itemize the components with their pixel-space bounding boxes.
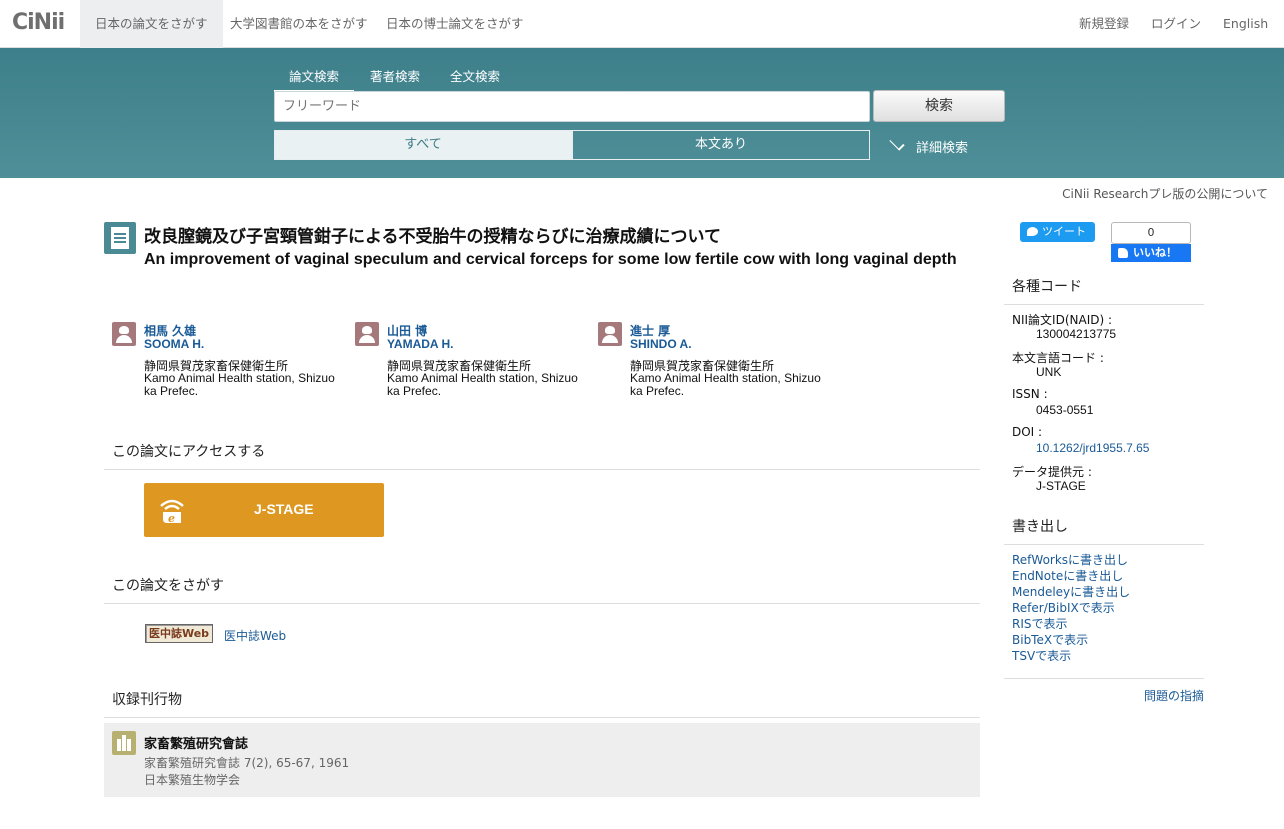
author-avatar-icon (112, 322, 136, 346)
tab-fulltext-search[interactable]: 全文検索 (450, 66, 500, 90)
language-code-value: UNK (1036, 365, 1062, 379)
research-preview-link[interactable]: CiNii Researchプレ版の公開について (1062, 185, 1268, 202)
author-name-en[interactable]: YAMADA H. (387, 337, 453, 351)
register-link[interactable]: 新規登録 (1079, 0, 1129, 48)
report-issue-link[interactable]: 問題の指摘 (1144, 687, 1204, 704)
author-affiliation-en: Kamo Animal Health station, Shizuoka Pre… (387, 371, 578, 398)
sidebar-divider (1004, 678, 1204, 679)
search-button[interactable]: 検索 (873, 90, 1005, 122)
data-provider-label: データ提供元 : (1012, 465, 1092, 479)
tab-article-search[interactable]: 論文検索 (274, 66, 354, 93)
journal-citation: 家畜繁殖研究會誌 7(2), 65-67, 1961 (144, 756, 350, 770)
login-link[interactable]: ログイン (1151, 0, 1201, 48)
filter-all[interactable]: すべて (274, 130, 572, 160)
jstage-button[interactable]: e J-STAGE (144, 483, 384, 537)
cinii-logo[interactable]: CiNii (12, 10, 65, 35)
jstage-icon: e (160, 499, 184, 525)
tab-author-search[interactable]: 著者検索 (370, 66, 420, 90)
journal-title[interactable]: 家畜繁殖研究會誌 (144, 733, 248, 752)
ichushi-logo[interactable]: 医中誌Web (145, 624, 213, 643)
export-ris-link[interactable]: RISで表示 (1012, 615, 1068, 632)
tweet-button[interactable]: ツイート (1020, 222, 1095, 242)
author-name-en[interactable]: SOOMA H. (144, 337, 204, 351)
tab-dissertations[interactable]: 日本の博士論文をさがす (371, 0, 539, 48)
export-tsv-link[interactable]: TSVで表示 (1012, 647, 1071, 664)
export-endnote-link[interactable]: EndNoteに書き出し (1012, 567, 1123, 584)
article-title-en: An improvement of vaginal speculum and c… (144, 251, 957, 268)
export-bibtex-link[interactable]: BibTeXで表示 (1012, 631, 1088, 648)
export-heading: 書き出し (1004, 516, 1204, 545)
facebook-like-label: いいね！ (1133, 246, 1177, 259)
facebook-like-count: 0 (1111, 222, 1191, 244)
issn-label: ISSN : (1012, 387, 1048, 401)
journal-card[interactable]: 家畜繁殖研究會誌 家畜繁殖研究會誌 7(2), 65-67, 1961 日本繁殖… (104, 723, 980, 797)
author-affiliation-en: Kamo Animal Health station, Shizuoka Pre… (144, 371, 335, 398)
data-provider-value: J-STAGE (1036, 479, 1086, 493)
find-section-heading: この論文をさがす (104, 575, 980, 604)
journal-icon (112, 731, 136, 755)
doi-link[interactable]: 10.1262/jrd1955.7.65 (1036, 441, 1149, 455)
tweet-label: ツイート (1042, 225, 1086, 238)
author-avatar-icon (598, 322, 622, 346)
advanced-search-label: 詳細検索 (916, 141, 969, 156)
access-section-heading: この論文にアクセスする (104, 441, 980, 470)
svg-text:e: e (168, 512, 175, 525)
facebook-like-button[interactable]: いいね！ (1111, 244, 1191, 262)
naid-value: 130004213775 (1036, 327, 1117, 341)
ichushi-link[interactable]: 医中誌Web (224, 627, 286, 644)
author-name-en[interactable]: SHINDO A. (630, 337, 692, 351)
issn-value: 0453-0551 (1036, 403, 1094, 417)
search-input[interactable] (274, 91, 870, 122)
search-band: 論文検索 著者検索 全文検索 検索 すべて 本文あり 詳細検索 (0, 48, 1284, 178)
document-icon (104, 222, 136, 254)
codes-heading: 各種コード (1004, 276, 1204, 305)
chevron-down-icon (889, 135, 905, 151)
tab-japanese-articles[interactable]: 日本の論文をさがす (80, 0, 223, 48)
export-mendeley-link[interactable]: Mendeleyに書き出し (1012, 583, 1130, 600)
journal-publisher: 日本繁殖生物学会 (144, 773, 241, 787)
export-refer-link[interactable]: Refer/BibIXで表示 (1012, 599, 1115, 616)
top-navigation: CiNii 日本の論文をさがす 大学図書館の本をさがす 日本の博士論文をさがす … (0, 0, 1284, 48)
language-code-label: 本文言語コード : (1012, 351, 1104, 365)
filter-fulltext[interactable]: 本文あり (572, 130, 870, 160)
export-refworks-link[interactable]: RefWorksに書き出し (1012, 551, 1128, 568)
english-link[interactable]: English (1223, 0, 1268, 48)
tab-university-books[interactable]: 大学図書館の本をさがす (215, 0, 383, 48)
advanced-search-toggle[interactable]: 詳細検索 (889, 135, 969, 156)
author-affiliation-en: Kamo Animal Health station, Shizuoka Pre… (630, 371, 821, 398)
journal-section-heading: 収録刊行物 (104, 689, 980, 718)
author-avatar-icon (355, 322, 379, 346)
naid-label: NII論文ID(NAID) : (1012, 313, 1113, 327)
jstage-label: J-STAGE (254, 501, 314, 517)
thumbs-up-icon (1118, 248, 1128, 258)
article-title-ja: 改良膣鏡及び子宮頸管鉗子による不受胎牛の授精ならびに治療成績について (144, 227, 721, 247)
twitter-bird-icon (1027, 227, 1038, 236)
doi-label: DOI : (1012, 425, 1043, 439)
